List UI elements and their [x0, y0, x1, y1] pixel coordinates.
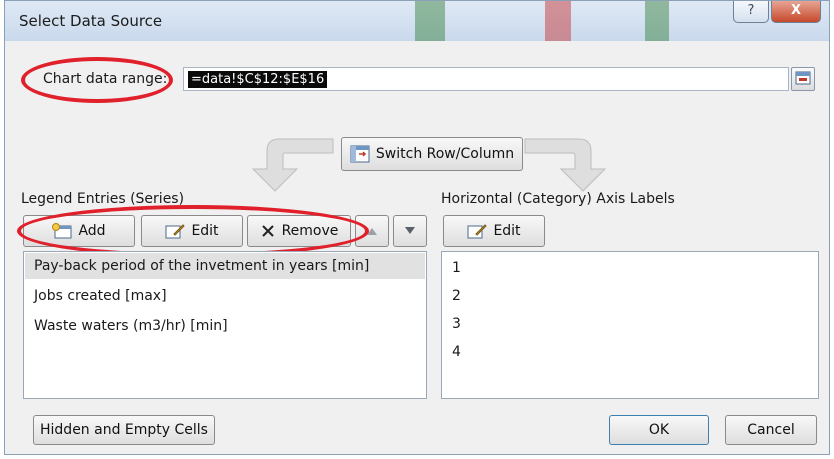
edit-axis-labels-button[interactable]: Edit [443, 215, 545, 247]
axis-label-value: 2 [452, 288, 461, 304]
series-label: Pay-back period of the invetment in year… [34, 258, 370, 274]
cancel-label: Cancel [747, 422, 795, 438]
hidden-empty-cells-label: Hidden and Empty Cells [40, 422, 208, 438]
legend-entries-list[interactable]: Pay-back period of the invetment in year… [23, 251, 427, 399]
switch-row-column-label: Switch Row/Column [375, 146, 515, 162]
axis-label-item[interactable]: 2 [443, 283, 817, 309]
axis-label-value: 3 [452, 316, 461, 332]
series-list-item[interactable]: Jobs created [max] [25, 283, 425, 309]
curved-arrow-left-icon [251, 138, 334, 192]
annotation-circle [17, 205, 369, 257]
range-collapse-button[interactable] [791, 67, 815, 91]
dialog-title: Select Data Source [19, 12, 163, 30]
annotation-circle [21, 57, 173, 103]
dialog-body: Chart data range: =data!$C$12:$E$16 Swit… [13, 45, 821, 449]
axis-label-item[interactable]: 3 [443, 311, 817, 337]
hidden-empty-cells-button[interactable]: Hidden and Empty Cells [33, 415, 215, 445]
axis-label-value: 4 [452, 344, 461, 360]
switch-icon [350, 145, 370, 163]
edit-icon [467, 224, 488, 239]
move-down-button[interactable] [393, 215, 427, 247]
switch-row-column-button[interactable]: Switch Row/Column [341, 137, 523, 171]
axis-labels-list[interactable]: 1 2 3 4 [441, 251, 819, 399]
series-list-item[interactable]: Waste waters (m3/hr) [min] [25, 313, 425, 339]
ok-button[interactable]: OK [609, 415, 709, 445]
background-decoration [645, 1, 669, 41]
series-label: Jobs created [max] [34, 288, 167, 304]
title-bar[interactable]: Select Data Source ? X [5, 1, 829, 41]
select-data-source-dialog: Select Data Source ? X Chart data range:… [4, 0, 830, 455]
cancel-button[interactable]: Cancel [725, 415, 817, 445]
axis-label-value: 1 [452, 260, 461, 276]
background-decoration [545, 1, 571, 41]
help-button[interactable]: ? [733, 1, 769, 23]
chart-range-value: =data!$C$12:$E$16 [188, 71, 328, 88]
axis-label-item[interactable]: 4 [443, 339, 817, 365]
move-down-icon [405, 227, 415, 234]
background-decoration [415, 1, 445, 41]
range-collapse-icon [795, 71, 811, 85]
series-list-item[interactable]: Pay-back period of the invetment in year… [25, 253, 425, 279]
axis-label-item[interactable]: 1 [443, 255, 817, 281]
ok-label: OK [648, 422, 670, 438]
chart-range-input[interactable]: =data!$C$12:$E$16 [183, 67, 789, 91]
curved-arrow-right-icon [524, 138, 607, 192]
axis-labels-heading: Horizontal (Category) Axis Labels [441, 191, 675, 207]
edit-axis-labels-label: Edit [493, 223, 521, 239]
series-label: Waste waters (m3/hr) [min] [34, 318, 228, 334]
close-button[interactable]: X [771, 1, 821, 23]
